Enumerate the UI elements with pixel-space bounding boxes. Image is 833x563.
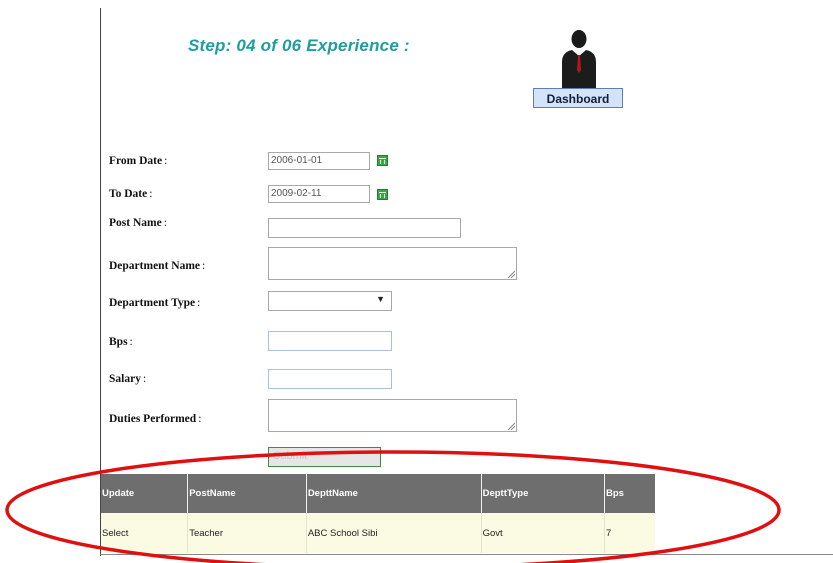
column-header-depttype: DepttType <box>481 474 606 513</box>
post-name-label: Post Name: <box>109 217 167 229</box>
table-header-row: Update PostName DepttName DepttType Bps <box>101 474 655 513</box>
calendar-icon[interactable] <box>377 189 388 200</box>
dashboard-button[interactable]: Dashboard <box>533 88 623 108</box>
experience-table: Update PostName DepttName DepttType Bps … <box>101 474 655 553</box>
submit-button[interactable]: Submit <box>268 447 381 467</box>
table-row: Select Teacher ABC School Sibi Govt 7 <box>101 513 655 553</box>
dropdown-arrow-icon: ▼ <box>376 294 385 304</box>
from-date-input[interactable]: 2006-01-01 <box>268 152 370 170</box>
table-cell-bps: 7 <box>604 513 655 553</box>
experience-form-page: Step: 04 of 06 Experience : Dashboard Fr… <box>0 0 833 563</box>
to-date-label: To Date: <box>109 188 153 200</box>
select-link[interactable]: Select <box>101 513 189 553</box>
from-date-label: From Date: <box>109 155 168 167</box>
department-name-textarea[interactable] <box>268 247 517 280</box>
column-header-postname: PostName <box>187 474 307 513</box>
salary-input[interactable] <box>268 369 392 389</box>
bps-input[interactable] <box>268 331 392 351</box>
bottom-border-line <box>100 554 833 555</box>
post-name-input[interactable] <box>268 218 461 238</box>
step-title: Step: 04 of 06 Experience : <box>188 36 410 55</box>
duties-performed-textarea[interactable] <box>268 399 517 432</box>
table-cell-postname: Teacher <box>187 513 307 553</box>
table-cell-deptname: ABC School Sibi <box>306 513 482 553</box>
table-cell-depttype: Govt <box>481 513 606 553</box>
to-date-input[interactable]: 2009-02-11 <box>268 185 370 203</box>
column-header-bps: Bps <box>604 474 655 513</box>
bps-label: Bps: <box>109 336 133 348</box>
salary-label: Salary: <box>109 373 147 385</box>
resize-grip-icon[interactable] <box>507 422 515 430</box>
resize-grip-icon[interactable] <box>507 270 515 278</box>
duties-performed-label: Duties Performed: <box>109 413 202 425</box>
department-name-label: Department Name: <box>109 260 206 272</box>
column-header-deptname: DepttName <box>306 474 482 513</box>
business-person-icon <box>562 30 596 88</box>
department-type-select[interactable]: ▼ <box>268 291 392 311</box>
calendar-icon[interactable] <box>377 155 388 166</box>
department-type-label: Department Type: <box>109 297 201 309</box>
column-header-update: Update <box>101 474 189 513</box>
